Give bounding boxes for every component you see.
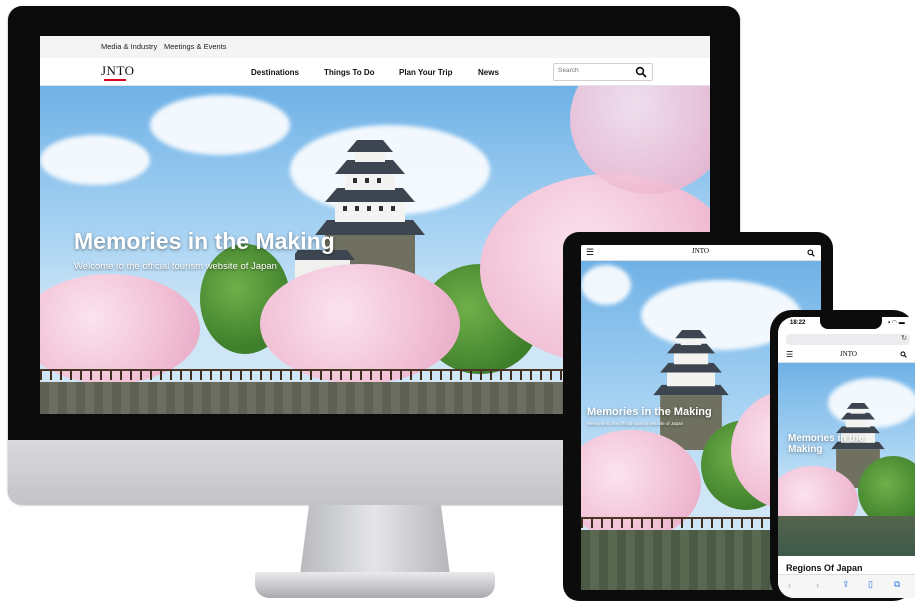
tabs-icon[interactable]: ⧉ — [894, 579, 900, 590]
safari-toolbar: ‹ › ⇪ ▯ ⧉ — [778, 574, 915, 598]
status-time: 18:22 — [790, 320, 806, 326]
imac-stand-neck — [300, 505, 450, 575]
phone-jnto-logo[interactable]: JNTO — [840, 350, 857, 358]
imac-stand-foot — [255, 572, 495, 598]
phone-navbar: ☰ JNTO — [778, 348, 915, 363]
phone-hero-title: Memories in the Making — [788, 433, 865, 455]
nav-things-to-do[interactable]: Things To Do — [324, 68, 375, 77]
back-icon[interactable]: ‹ — [788, 580, 791, 590]
nav-plan-your-trip[interactable]: Plan Your Trip — [399, 68, 453, 77]
tablet-hero-title: Memories in the Making — [587, 406, 712, 418]
address-bar[interactable]: ↻ — [786, 334, 910, 345]
hero-subtitle: Welcome to the official tourism website … — [74, 261, 277, 272]
search-input[interactable] — [558, 67, 628, 74]
meetings-events-link[interactable]: Meetings & Events — [164, 42, 227, 51]
menu-icon[interactable]: ☰ — [586, 247, 594, 258]
search-icon[interactable] — [635, 66, 647, 78]
reload-icon[interactable]: ↻ — [901, 334, 907, 342]
regions-heading: Regions Of Japan — [786, 563, 863, 573]
search-icon[interactable] — [807, 249, 815, 257]
utility-bar: Media & Industry Meetings & Events — [40, 36, 710, 59]
status-icons: ▪︎ ◠ ▬ — [888, 320, 905, 326]
bookmarks-icon[interactable]: ▯ — [868, 579, 873, 590]
phone-notch — [820, 317, 882, 329]
phone-content: Regions Of Japan ‹ › ⇪ ▯ ⧉ — [778, 556, 915, 598]
media-industry-link[interactable]: Media & Industry — [101, 42, 157, 51]
jnto-logo[interactable]: JNTO — [101, 63, 135, 79]
tablet-jnto-logo[interactable]: JNTO — [692, 247, 709, 255]
forward-icon[interactable]: › — [816, 580, 819, 590]
tablet-navbar: ☰ JNTO — [581, 245, 821, 261]
hero-title: Memories in the Making — [74, 228, 335, 254]
nav-destinations[interactable]: Destinations — [251, 68, 299, 77]
tablet-hero-subtitle: Welcome to the official tourism website … — [587, 421, 684, 426]
phone-hero-image: Memories in the Making — [778, 363, 915, 556]
search-box[interactable] — [553, 63, 653, 81]
main-navbar: JNTO Destinations Things To Do Plan Your… — [40, 58, 710, 86]
logo-underline — [104, 79, 126, 81]
search-icon[interactable] — [900, 351, 907, 358]
phone-screen: 18:22 ▪︎ ◠ ▬ ↻ ☰ JNTO Memories in the Ma… — [778, 317, 915, 598]
share-icon[interactable]: ⇪ — [842, 579, 850, 590]
menu-icon[interactable]: ☰ — [786, 350, 793, 359]
nav-news[interactable]: News — [478, 68, 499, 77]
